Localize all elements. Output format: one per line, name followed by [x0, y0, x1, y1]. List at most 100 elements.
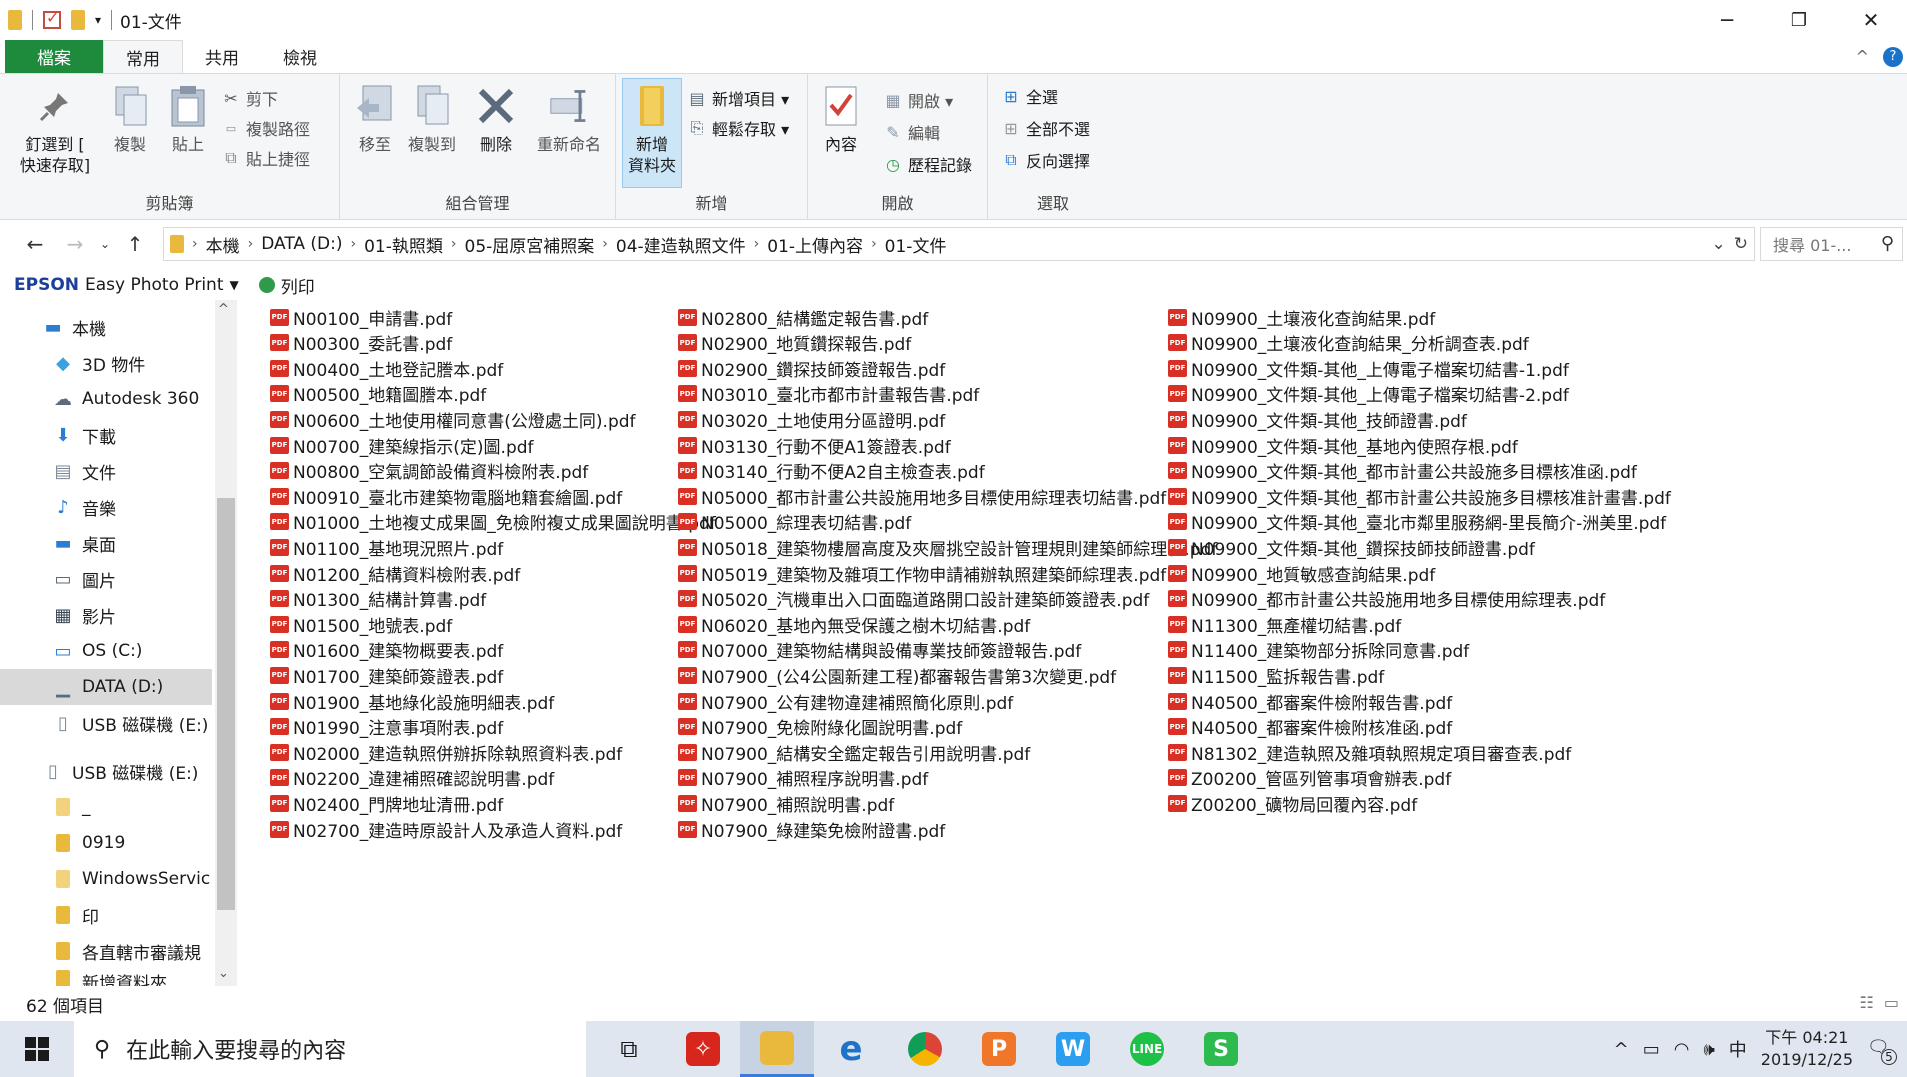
start-button[interactable]: [0, 1021, 74, 1077]
file-item[interactable]: PDF N11300_無產權切結書.pdf: [1168, 610, 1401, 638]
breadcrumb-item[interactable]: 01-上傳內容: [767, 232, 863, 257]
new-item-button[interactable]: ▤ 新增項目 ▾: [688, 86, 789, 110]
file-item[interactable]: PDF N09900_土壤液化查詢結果.pdf: [1168, 303, 1435, 331]
breadcrumb-separator[interactable]: ›: [192, 236, 198, 252]
file-item[interactable]: PDF N01900_基地綠化設施明細表.pdf: [270, 687, 554, 715]
back-arrow-icon[interactable]: ←: [20, 232, 50, 256]
file-item[interactable]: PDF N01000_土地複丈成果圖_免檢附複丈成果圖說明書.pdf: [270, 508, 716, 536]
taskbar-chrome[interactable]: [888, 1021, 962, 1077]
file-item[interactable]: PDF N81302_建造執照及雜項執照規定項目審查表.pdf: [1168, 738, 1571, 766]
battery-icon[interactable]: ▭: [1643, 1039, 1660, 1060]
breadcrumb-item[interactable]: 01-執照類: [364, 232, 443, 257]
file-item[interactable]: PDF N00500_地籍圖謄本.pdf: [270, 380, 486, 408]
file-item[interactable]: PDF N02700_建造時原設計人及承造人資料.pdf: [270, 815, 622, 843]
minimize-button[interactable]: ─: [1691, 0, 1763, 40]
address-history-chevron-icon[interactable]: ⌄: [1712, 234, 1726, 254]
close-button[interactable]: ✕: [1835, 0, 1907, 40]
paste-button[interactable]: 貼上: [164, 84, 212, 155]
taskbar-powerpoint[interactable]: P: [962, 1021, 1036, 1077]
nav-item[interactable]: 印: [0, 897, 212, 933]
address-bar[interactable]: › 本機 › DATA (D:) › 01-執照類 › 05-屈原宮補照案 › …: [163, 227, 1755, 261]
scroll-down-icon[interactable]: ⌄: [218, 966, 229, 981]
nav-item[interactable]: 新增資料夾: [0, 969, 212, 986]
nav-item[interactable]: ♪ 音樂: [0, 489, 212, 525]
file-item[interactable]: PDF N02000_建造執照併辦拆除執照資料表.pdf: [270, 738, 622, 766]
breadcrumb-separator[interactable]: ›: [351, 236, 357, 252]
cut-button[interactable]: ✂ 剪下: [222, 86, 278, 110]
search-box[interactable]: 搜尋 01-... ⚲: [1760, 227, 1903, 261]
taskbar-search-box[interactable]: ⚲ 在此輸入要搜尋的內容: [74, 1021, 586, 1077]
file-item[interactable]: PDF N09900_文件類-其他_上傳電子檔案切結書-2.pdf: [1168, 380, 1569, 408]
taskbar-search-input[interactable]: 在此輸入要搜尋的內容: [126, 1033, 346, 1065]
nav-scrollbar-thumb[interactable]: [217, 498, 235, 910]
volume-icon[interactable]: 🕪: [1703, 1039, 1714, 1060]
file-item[interactable]: PDF Z00200_管區列管事項會辦表.pdf: [1168, 764, 1451, 792]
file-item[interactable]: PDF N01600_建築物概要表.pdf: [270, 636, 503, 664]
file-item[interactable]: PDF N00910_臺北市建築物電腦地籍套繪圖.pdf: [270, 482, 622, 510]
show-hidden-icons-icon[interactable]: ^: [1614, 1039, 1629, 1060]
file-item[interactable]: PDF N09900_文件類-其他_上傳電子檔案切結書-1.pdf: [1168, 354, 1569, 382]
file-item[interactable]: PDF N09900_地質敏感查詢結果.pdf: [1168, 559, 1435, 587]
nav-item[interactable]: ◆ 3D 物件: [0, 345, 212, 381]
file-item[interactable]: PDF N06020_基地內無受保護之樹木切結書.pdf: [678, 610, 1030, 638]
breadcrumb-item[interactable]: 04-建造執照文件: [616, 232, 746, 257]
invert-selection-button[interactable]: ⧉ 反向選擇: [1002, 148, 1090, 172]
file-item[interactable]: PDF N03140_行動不便A2自主檢查表.pdf: [678, 457, 985, 485]
file-item[interactable]: PDF N07900_公有建物違建補照簡化原則.pdf: [678, 687, 1013, 715]
move-to-button[interactable]: 移至: [350, 84, 400, 155]
task-view-button[interactable]: ⧉: [592, 1021, 666, 1077]
nav-item[interactable]: ▯ USB 磁碟機 (E:): [0, 753, 212, 789]
folder-icon[interactable]: [8, 10, 22, 30]
nav-item[interactable]: ▯ USB 磁碟機 (E:): [0, 705, 212, 741]
copy-to-button[interactable]: 複製到: [402, 84, 462, 155]
file-item[interactable]: PDF N05000_綜理表切結書.pdf: [678, 508, 911, 536]
file-item[interactable]: PDF N07900_免檢附綠化圖說明書.pdf: [678, 713, 962, 741]
file-item[interactable]: PDF N00100_申請書.pdf: [270, 303, 452, 331]
details-view-icon[interactable]: ☷: [1860, 993, 1874, 1012]
breadcrumb-item[interactable]: DATA (D:): [261, 234, 342, 254]
tab-share[interactable]: 共用: [183, 40, 261, 73]
open-button[interactable]: ▦ 開啟 ▾: [884, 88, 953, 112]
file-item[interactable]: PDF N00600_土地使用權同意書(公燈處土同).pdf: [270, 405, 636, 433]
file-item[interactable]: PDF N01500_地號表.pdf: [270, 610, 452, 638]
breadcrumb-separator[interactable]: ›: [248, 236, 254, 252]
file-item[interactable]: PDF N09900_文件類-其他_都市計畫公共設施多目標核准計畫書.pdf: [1168, 482, 1671, 510]
file-item[interactable]: PDF N09900_文件類-其他_技師證書.pdf: [1168, 405, 1467, 433]
file-item[interactable]: PDF N09900_文件類-其他_都市計畫公共設施多目標核准函.pdf: [1168, 457, 1637, 485]
file-item[interactable]: PDF N01300_結構計算書.pdf: [270, 585, 486, 613]
taskbar-acrobat[interactable]: ✧: [666, 1021, 740, 1077]
rename-button[interactable]: 重新命名: [530, 84, 608, 155]
edit-button[interactable]: ✎ 編輯: [884, 120, 940, 144]
help-icon[interactable]: ?: [1883, 46, 1903, 67]
file-item[interactable]: PDF N11500_監拆報告書.pdf: [1168, 661, 1384, 689]
file-item[interactable]: PDF N09900_土壤液化查詢結果_分析調查表.pdf: [1168, 329, 1529, 357]
file-item[interactable]: PDF N00300_委託書.pdf: [270, 329, 452, 357]
print-button[interactable]: 列印: [281, 273, 315, 298]
file-item[interactable]: PDF N05019_建築物及雜項工作物申請補辦執照建築師綜理表.pdf: [678, 559, 1166, 587]
forward-arrow-icon[interactable]: →: [60, 232, 90, 256]
clock[interactable]: 下午 04:21 2019/12/25: [1761, 1027, 1853, 1071]
easy-access-button[interactable]: ⎘ 輕鬆存取 ▾: [688, 116, 790, 140]
file-item[interactable]: PDF N00700_建築線指示(定)圖.pdf: [270, 431, 534, 459]
file-item[interactable]: PDF N09900_文件類-其他_鑽探技師技師證書.pdf: [1168, 533, 1535, 561]
file-item[interactable]: PDF N00800_空氣調節設備資料檢附表.pdf: [270, 457, 588, 485]
select-all-button[interactable]: ⊞ 全選: [1002, 84, 1058, 108]
nav-item[interactable]: ▭ OS (C:): [0, 633, 212, 669]
nav-item[interactable]: ▤ 文件: [0, 453, 212, 489]
collapse-ribbon-icon[interactable]: ^: [1856, 47, 1869, 66]
file-item[interactable]: PDF N40500_都審案件檢附核准函.pdf: [1168, 713, 1452, 741]
breadcrumb-item[interactable]: 本機: [206, 232, 240, 257]
file-item[interactable]: PDF N07900_結構安全鑑定報告引用說明書.pdf: [678, 738, 1030, 766]
file-item[interactable]: PDF N02900_鑽探技師簽證報告.pdf: [678, 354, 945, 382]
file-item[interactable]: PDF N01100_基地現況照片.pdf: [270, 533, 503, 561]
easy-photo-print-button[interactable]: Easy Photo Print: [85, 275, 223, 295]
breadcrumb-separator[interactable]: ›: [602, 236, 608, 252]
nav-item[interactable]: 各直轄市審議規: [0, 933, 212, 969]
file-item[interactable]: PDF N01200_結構資料檢附表.pdf: [270, 559, 520, 587]
search-input[interactable]: 搜尋 01-...: [1773, 232, 1851, 256]
taskbar-line[interactable]: LINE: [1110, 1021, 1184, 1077]
breadcrumb-item[interactable]: 01-文件: [885, 232, 947, 257]
file-item[interactable]: PDF N02400_門牌地址清冊.pdf: [270, 789, 503, 817]
file-item[interactable]: PDF N07900_(公4公園新建工程)都審報告書第3次變更.pdf: [678, 661, 1116, 689]
file-item[interactable]: PDF N07900_補照說明書.pdf: [678, 789, 894, 817]
